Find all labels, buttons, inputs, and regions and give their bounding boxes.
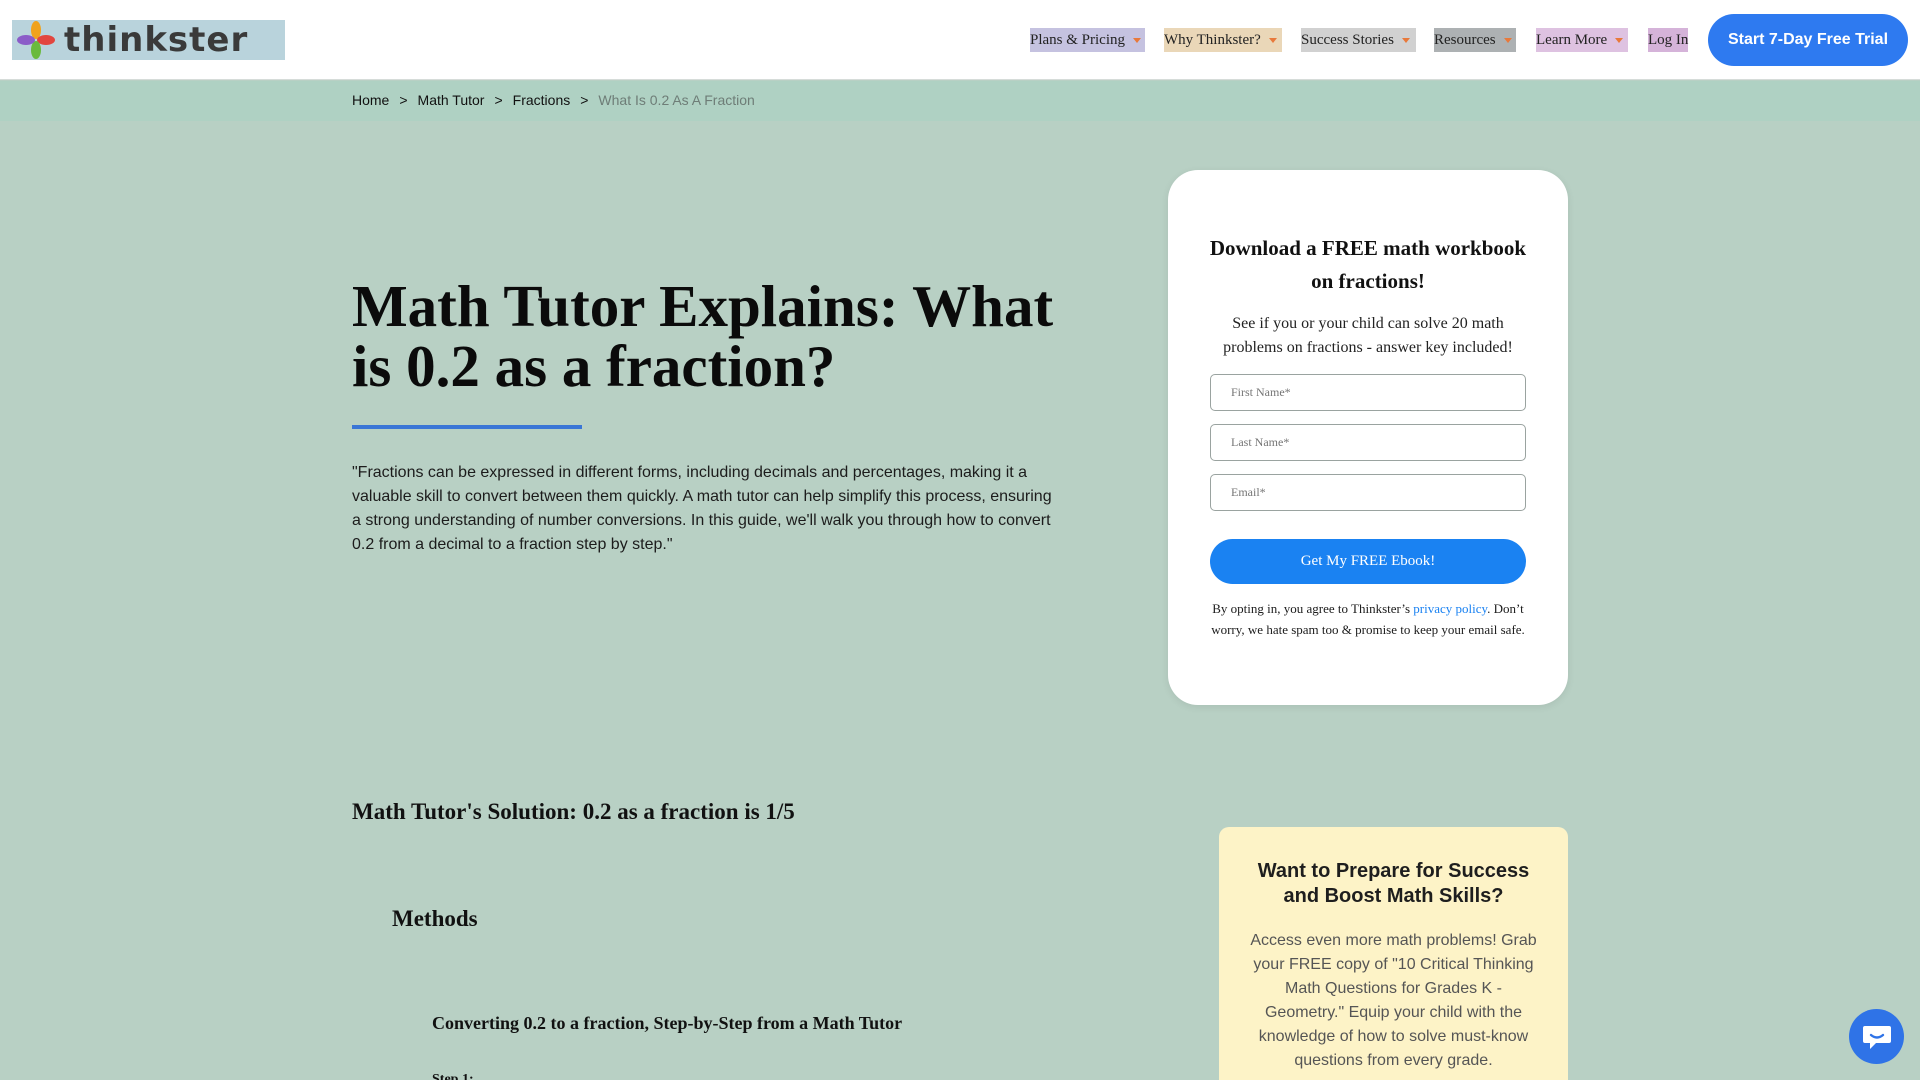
breadcrumb-separator: > xyxy=(399,92,408,108)
privacy-policy-link[interactable]: privacy policy xyxy=(1413,601,1487,616)
email-field[interactable] xyxy=(1210,474,1526,511)
nav-label: Resources xyxy=(1434,31,1496,48)
site-header: thinkster Plans & Pricing Why Thinkster?… xyxy=(0,0,1920,80)
privacy-notice-text: By opting in, you agree to Thinkster’s xyxy=(1212,601,1414,616)
breadcrumb-separator: > xyxy=(580,92,589,108)
title-underline xyxy=(352,425,582,429)
nav-plans-pricing[interactable]: Plans & Pricing xyxy=(1030,28,1145,52)
nav-learn-more[interactable]: Learn More xyxy=(1536,28,1628,52)
nav-label: Why Thinkster? xyxy=(1164,31,1261,48)
start-free-trial-button[interactable]: Start 7-Day Free Trial xyxy=(1708,14,1908,66)
caret-down-icon xyxy=(1503,37,1512,43)
breadcrumb-separator: > xyxy=(494,92,503,108)
step-1-heading: Step 1: xyxy=(432,1072,474,1080)
promo-card: Want to Prepare for Success and Boost Ma… xyxy=(1219,827,1568,1080)
caret-down-icon xyxy=(1615,37,1624,43)
chat-bubble-icon xyxy=(1862,1025,1891,1049)
thinkster-logo[interactable]: thinkster xyxy=(12,20,285,60)
nav-label: Log In xyxy=(1648,31,1689,48)
breadcrumb: Home > Math Tutor > Fractions > What Is … xyxy=(352,92,755,108)
ebook-signup-card: Download a FREE math workbook on fractio… xyxy=(1168,170,1568,705)
caret-down-icon xyxy=(1268,37,1277,43)
nav-label: Plans & Pricing xyxy=(1030,31,1126,48)
breadcrumb-fractions-link[interactable]: Fractions xyxy=(513,92,571,108)
nav-label: Success Stories xyxy=(1301,31,1394,48)
breadcrumb-bar xyxy=(0,81,1920,121)
logo-wordmark: thinkster xyxy=(64,20,249,60)
converting-heading: Converting 0.2 to a fraction, Step-by-St… xyxy=(432,1013,903,1033)
caret-down-icon xyxy=(1401,37,1410,43)
nav-log-in[interactable]: Log In xyxy=(1648,28,1688,52)
methods-heading: Methods xyxy=(392,906,478,931)
promo-text: Access even more math problems! Grab you… xyxy=(1250,932,1537,1069)
nav-why-thinkster[interactable]: Why Thinkster? xyxy=(1164,28,1282,52)
first-name-field[interactable] xyxy=(1210,374,1526,411)
get-ebook-button[interactable]: Get My FREE Ebook! xyxy=(1210,539,1526,584)
caret-down-icon xyxy=(1133,37,1142,43)
promo-title: Want to Prepare for Success and Boost Ma… xyxy=(1257,860,1530,907)
ebook-card-title: Download a FREE math workbook on fractio… xyxy=(1209,236,1527,293)
breadcrumb-current-page: What Is 0.2 As A Fraction xyxy=(598,92,755,108)
intro-paragraph: "Fractions can be expressed in different… xyxy=(352,464,1052,553)
privacy-notice: By opting in, you agree to Thinkster’s p… xyxy=(1208,598,1528,640)
page-title: Math Tutor Explains: What is 0.2 as a fr… xyxy=(352,273,1054,399)
breadcrumb-math-tutor-link[interactable]: Math Tutor xyxy=(418,92,485,108)
nav-success-stories[interactable]: Success Stories xyxy=(1301,28,1416,52)
ebook-card-subtitle: See if you or your child can solve 20 ma… xyxy=(1223,315,1513,356)
breadcrumb-home-link[interactable]: Home xyxy=(352,92,389,108)
nav-label: Learn More xyxy=(1536,31,1608,48)
chat-button[interactable] xyxy=(1849,1009,1904,1064)
pinwheel-logo-icon xyxy=(17,21,55,59)
nav-resources[interactable]: Resources xyxy=(1434,28,1516,52)
solution-heading: Math Tutor's Solution: 0.2 as a fraction… xyxy=(352,799,795,824)
last-name-field[interactable] xyxy=(1210,424,1526,461)
